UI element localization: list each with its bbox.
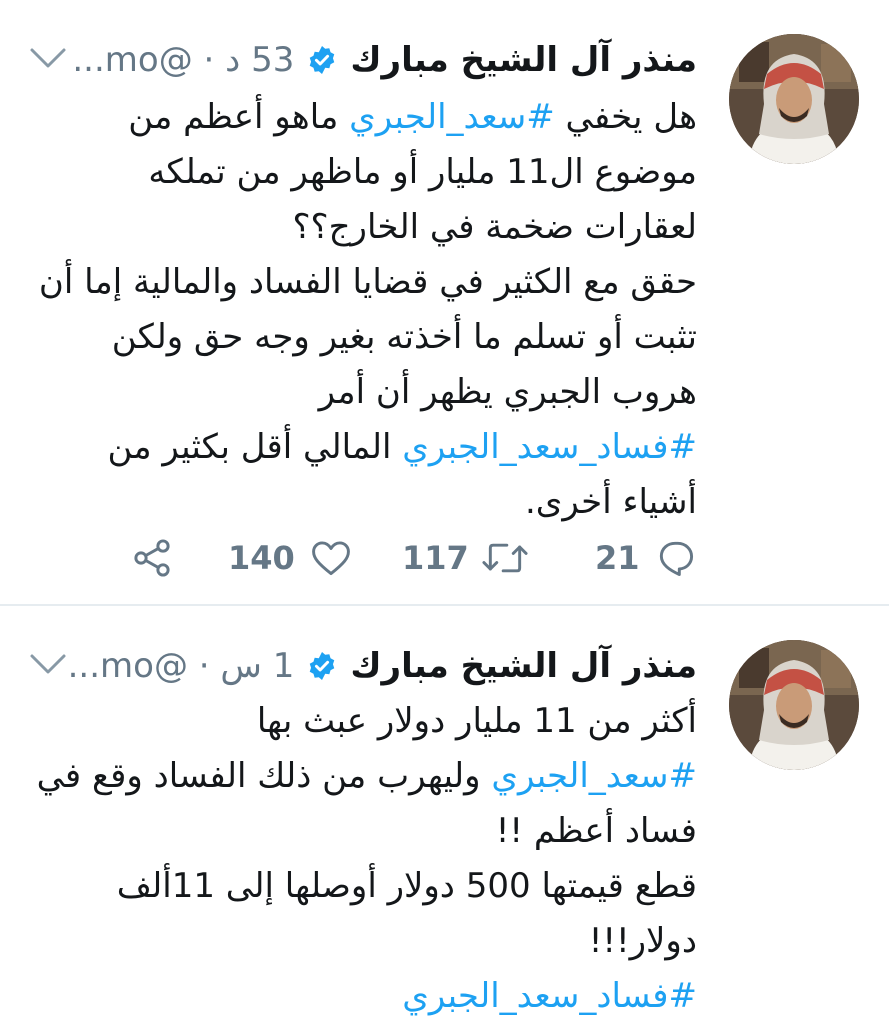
retweet-count: 117	[402, 539, 469, 577]
tweet-text-line: أكثر من 11 مليار دولار عبث بها	[27, 694, 697, 749]
avatar[interactable]	[729, 34, 859, 164]
timestamp[interactable]: 1 س	[220, 646, 294, 686]
tweet-text-line: لعقارات ضخمة في الخارج؟؟	[27, 200, 697, 255]
share-button[interactable]	[130, 530, 174, 586]
tweet-text-segment: أكثر من 11 مليار دولار عبث بها	[256, 701, 697, 741]
tweet-actions: 140 117 21	[120, 530, 700, 586]
tweet-header: منذر آل الشيخ مبارك @mo... · 53 د	[17, 30, 697, 90]
tweet-text-segment: دولار!!!	[588, 921, 697, 961]
reply-button[interactable]: 21	[595, 530, 698, 586]
heart-icon	[311, 541, 350, 576]
tweet-text-segment: هروب الجبري يظهر أن أمر	[318, 372, 697, 412]
tweet-text-line: قطع قيمتها 500 دولار أوصلها إلى 11ألف	[27, 859, 697, 914]
reply-icon	[659, 541, 693, 576]
like-count: 140	[228, 539, 295, 577]
verified-badge-icon	[306, 650, 338, 682]
tweet-text-line: #فساد_سعد_الجبري المالي أقل بكثير من	[27, 420, 697, 475]
tweet-text-segment: لعقارات ضخمة في الخارج؟؟	[292, 207, 697, 247]
tweet-text: هل يخفي #سعد_الجبري ماهو أعظم من موضوع ال…	[27, 90, 697, 530]
avatar[interactable]	[729, 640, 859, 770]
author-name[interactable]: منذر آل الشيخ مبارك	[350, 40, 697, 80]
tweet-card[interactable]: منذر آل الشيخ مبارك @mo... · 1 س أكثر من…	[0, 606, 889, 1024]
retweet-icon	[482, 543, 528, 573]
tweet-meta: @mo... · 1 س	[68, 646, 295, 686]
tweet-text: أكثر من 11 مليار دولار عبث بها #سعد_الجبر…	[27, 694, 697, 1024]
tweet-text-segment: حقق مع الكثير في قضايا الفساد والمالية إ…	[38, 262, 697, 302]
tweet-text-line: هروب الجبري يظهر أن أمر	[27, 365, 697, 420]
tweet-text-line: دولار!!!	[27, 914, 697, 969]
tweet-text-segment: قطع قيمتها 500 دولار أوصلها إلى 11ألف	[116, 866, 697, 906]
tweet-card[interactable]: منذر آل الشيخ مبارك @mo... · 53 د هل يخف…	[0, 0, 889, 604]
tweet-text-line: حقق مع الكثير في قضايا الفساد والمالية إ…	[27, 255, 697, 310]
retweet-button[interactable]: 117	[402, 530, 529, 586]
tweet-text-segment: وليهرب من ذلك الفساد وقع في	[36, 756, 492, 796]
profile-photo	[729, 34, 859, 164]
tweet-text-line: موضوع ال11 مليار أو ماظهر من تملكه	[27, 145, 697, 200]
tweet-text-segment: هل يخفي	[554, 97, 697, 137]
tweet-meta: @mo... · 53 د	[72, 40, 294, 80]
handle[interactable]: @mo...	[68, 646, 188, 686]
meta-separator: ·	[203, 40, 215, 80]
hashtag-link[interactable]: #فساد_سعد_الجبري	[402, 976, 697, 1016]
meta-separator: ·	[198, 646, 210, 686]
reply-count: 21	[595, 539, 640, 577]
tweet-text-segment: ماهو أعظم من	[128, 97, 350, 137]
tweet-text-line: تثبت أو تسلم ما أخذته بغير وجه حق ولكن	[27, 310, 697, 365]
hashtag-link[interactable]: #سعد_الجبري	[349, 97, 555, 137]
profile-photo	[729, 640, 859, 770]
verified-badge-icon	[306, 44, 338, 76]
handle[interactable]: @mo...	[72, 40, 192, 80]
hashtag-link[interactable]: #سعد_الجبري	[491, 756, 697, 796]
tweet-text-segment: تثبت أو تسلم ما أخذته بغير وجه حق ولكن	[111, 317, 697, 357]
tweet-text-segment: فساد أعظم !!	[495, 811, 697, 851]
tweet-text-line: #فساد_سعد_الجبري	[27, 969, 697, 1024]
tweet-text-segment: موضوع ال11 مليار أو ماظهر من تملكه	[148, 152, 697, 192]
tweet-header: منذر آل الشيخ مبارك @mo... · 1 س	[17, 636, 697, 696]
hashtag-link[interactable]: #فساد_سعد_الجبري	[402, 427, 697, 467]
tweet-text-line: فساد أعظم !!	[27, 804, 697, 859]
chevron-down-icon[interactable]	[28, 650, 68, 678]
tweet-text-line: هل يخفي #سعد_الجبري ماهو أعظم من	[27, 90, 697, 145]
tweet-text-line: أشياء أخرى.	[27, 475, 697, 530]
tweet-text-segment: المالي أقل بكثير من	[107, 427, 403, 467]
author-name[interactable]: منذر آل الشيخ مبارك	[350, 646, 697, 686]
like-button[interactable]: 140	[228, 530, 353, 586]
tweet-text-segment: أشياء أخرى.	[525, 482, 697, 522]
tweet-text-line: #سعد_الجبري وليهرب من ذلك الفساد وقع في	[27, 749, 697, 804]
timestamp[interactable]: 53 د	[225, 40, 294, 80]
chevron-down-icon[interactable]	[28, 44, 68, 72]
share-icon	[134, 539, 170, 577]
